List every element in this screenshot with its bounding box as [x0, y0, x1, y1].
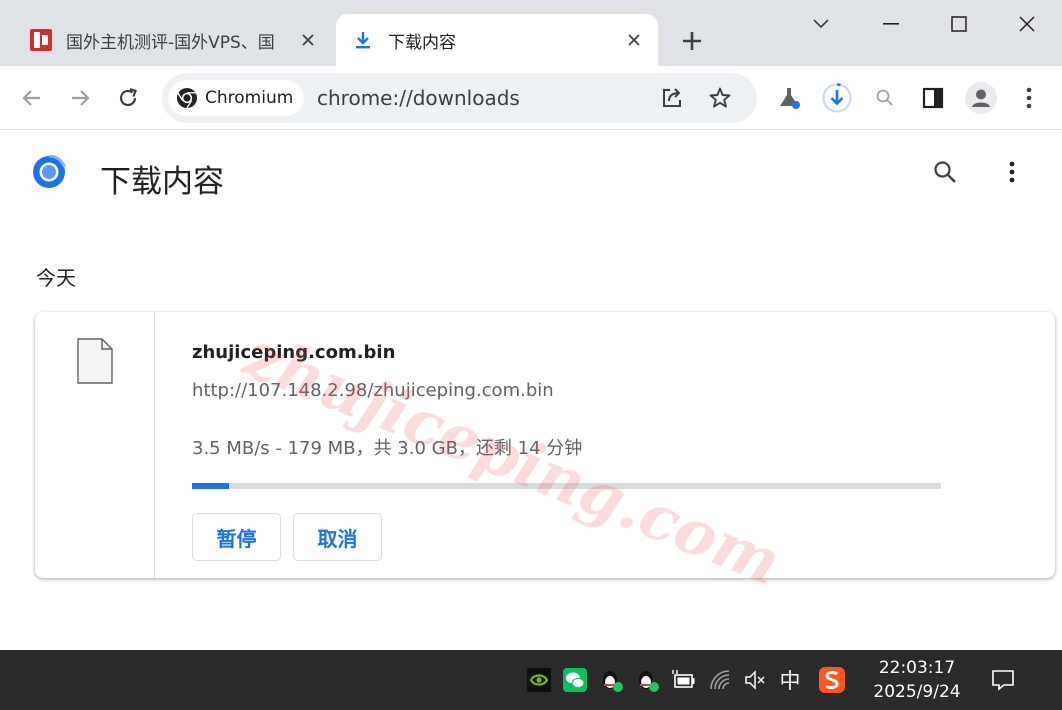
minimize-button[interactable] — [866, 6, 916, 42]
volume-muted-icon[interactable] — [740, 665, 770, 695]
date-group-header: 今天 — [36, 266, 76, 290]
tab-site[interactable]: 国外主机测评-国外VPS、国 — [14, 14, 332, 66]
progress-bar-fill — [192, 483, 230, 489]
close-icon[interactable] — [294, 26, 322, 54]
site-chip-label: Chromium — [205, 88, 294, 108]
more-actions-icon[interactable] — [994, 154, 1030, 190]
battery-plug-icon[interactable] — [668, 665, 698, 695]
system-clock[interactable]: 22:03:17 2025/9/24 — [862, 656, 972, 704]
download-icon — [350, 27, 376, 53]
downloads-toolbar-icon[interactable] — [819, 80, 855, 116]
close-window-button[interactable] — [1002, 6, 1052, 42]
forward-button[interactable] — [62, 80, 98, 116]
wechat-icon[interactable] — [560, 665, 590, 695]
back-button[interactable] — [14, 80, 50, 116]
page-title: 下载内容 — [100, 164, 224, 200]
bookmark-star-icon[interactable] — [704, 82, 736, 114]
zoom-search-icon[interactable] — [867, 80, 903, 116]
site-favicon-icon — [28, 27, 54, 53]
nvidia-icon[interactable] — [524, 665, 554, 695]
ime-indicator[interactable]: 中 — [775, 665, 805, 695]
new-tab-button[interactable] — [674, 26, 710, 56]
clock-time: 22:03:17 — [878, 658, 956, 678]
close-icon[interactable] — [620, 26, 648, 54]
side-panel-icon[interactable] — [915, 80, 951, 116]
chromium-logo-icon — [33, 155, 66, 188]
tab-downloads[interactable]: 下载内容 — [336, 14, 658, 66]
downloads-header: 下载内容 — [0, 130, 1062, 220]
file-icon-column — [35, 312, 155, 578]
cancel-button[interactable]: 取消 — [293, 513, 382, 561]
menu-kebab-icon[interactable] — [1011, 80, 1047, 116]
search-icon[interactable] — [927, 154, 963, 190]
url-text[interactable]: chrome://downloads — [317, 86, 520, 110]
taskbar: 中 22:03:17 2025/9/24 — [0, 650, 1062, 710]
qq-icon[interactable] — [632, 665, 662, 695]
tab-strip: 国外主机测评-国外VPS、国 下载内容 — [0, 0, 1062, 66]
file-url[interactable]: http://107.148.2.98/zhujiceping.com.bin — [192, 380, 554, 401]
chromium-icon — [177, 88, 197, 109]
download-item: zhujiceping.com.bin http://107.148.2.98/… — [35, 312, 1055, 578]
address-bar[interactable]: Chromium chrome://downloads — [162, 73, 757, 123]
reload-button[interactable] — [110, 80, 146, 116]
tab-title: 下载内容 — [388, 32, 456, 53]
progress-bar — [192, 483, 941, 489]
toolbar: Chromium chrome://downloads — [0, 66, 1062, 130]
qq-icon[interactable] — [596, 665, 626, 695]
site-info-chip[interactable]: Chromium — [168, 80, 304, 116]
notification-center-icon[interactable] — [988, 665, 1018, 695]
tab-search-button[interactable] — [796, 6, 846, 42]
tab-title: 国外主机测评-国外VPS、国 — [66, 32, 275, 53]
file-name[interactable]: zhujiceping.com.bin — [192, 342, 395, 363]
pause-button[interactable]: 暂停 — [192, 513, 281, 561]
download-status: 3.5 MB/s - 179 MB，共 3.0 GB，还剩 14 分钟 — [192, 438, 583, 459]
labs-flask-icon[interactable] — [771, 80, 807, 116]
share-icon[interactable] — [656, 82, 688, 114]
maximize-button[interactable] — [934, 6, 984, 42]
clock-date: 2025/9/24 — [873, 682, 961, 702]
profile-avatar[interactable] — [963, 80, 999, 116]
wifi-icon[interactable] — [705, 665, 735, 695]
file-icon — [77, 338, 113, 384]
sogou-ime-icon[interactable] — [817, 665, 847, 695]
